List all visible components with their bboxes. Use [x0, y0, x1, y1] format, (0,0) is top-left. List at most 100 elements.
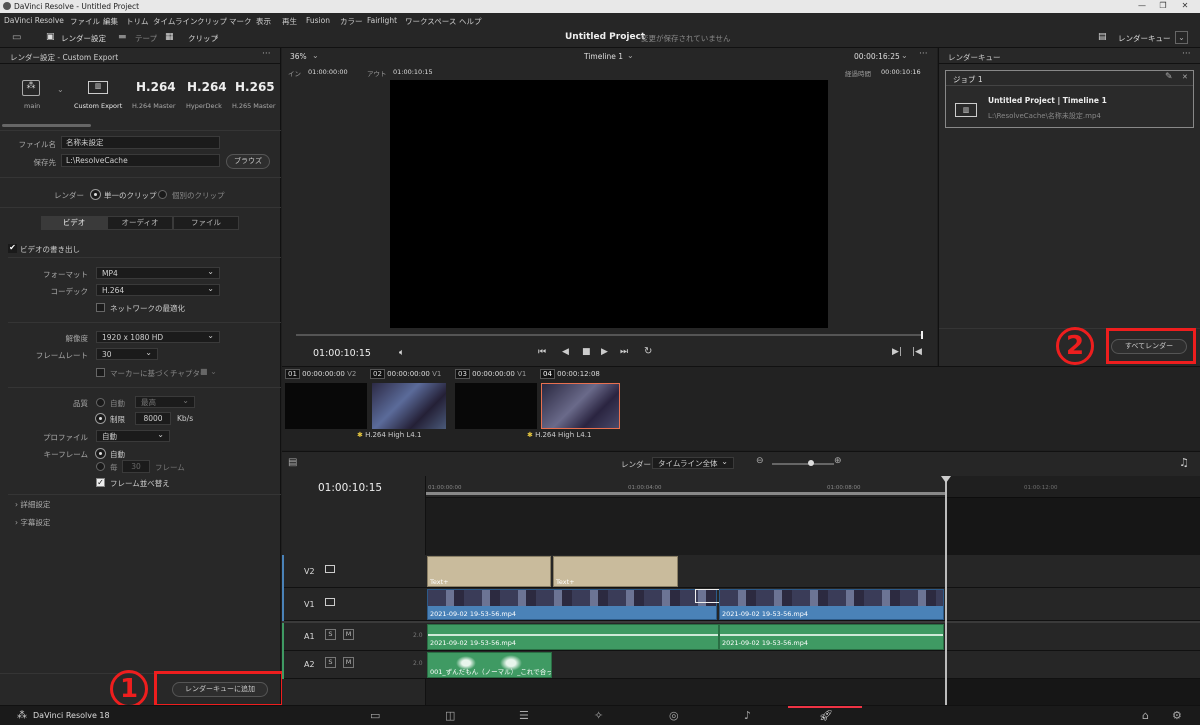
tab-audio[interactable]: オーディオ [107, 216, 173, 230]
next-clip-icon[interactable]: ▶| [892, 347, 902, 357]
render-job-card[interactable]: ジョブ 1 ✎ ✕ ▥ Untitled Project | Timeline … [945, 70, 1194, 128]
jump-end-icon[interactable]: ⏭︎ [620, 347, 628, 357]
zoom-slider-handle[interactable] [808, 460, 814, 466]
render-range-bar[interactable] [426, 492, 946, 495]
edit-icon[interactable]: ✎ [1165, 72, 1173, 82]
audio-clip[interactable]: 2021-09-02 19-53-56.mp4 [427, 624, 719, 650]
menu-item[interactable]: Fusion [306, 16, 330, 25]
prev-clip-icon[interactable]: |◀ [912, 347, 922, 357]
media-page-icon[interactable]: ▭ [370, 709, 380, 722]
chevron-down-icon[interactable]: ⌄ [312, 51, 319, 60]
browse-button[interactable]: ブラウズ [226, 154, 270, 169]
preset-custom-export[interactable]: ▥ Custom Export [72, 76, 126, 128]
chevron-down-icon[interactable]: ⌄ [627, 51, 634, 60]
render-settings-toggle[interactable]: レンダー設定 [61, 33, 106, 44]
jump-start-icon[interactable]: ⏮︎ [538, 347, 546, 357]
advanced-settings-toggle[interactable]: › 詳細設定 [15, 499, 50, 510]
render-scope-select[interactable]: タイムライン全体 [652, 457, 734, 469]
quality-best-select[interactable]: 最高 [135, 396, 195, 408]
volume-icon[interactable]: 🔈︎ [399, 348, 404, 358]
filename-field[interactable]: 名称未設定 [61, 136, 220, 149]
preset-main[interactable]: ⁂ main [14, 76, 52, 128]
preset-hyperdeck[interactable]: H.264 HyperDeck [182, 76, 228, 128]
clip-icon[interactable]: ▦ [165, 32, 174, 42]
color-page-icon[interactable]: ◎ [669, 709, 679, 722]
zoom-in-icon[interactable]: ⊕ [834, 456, 842, 466]
menu-item[interactable]: Fairlight [367, 16, 397, 25]
stop-icon[interactable]: ■ [582, 347, 591, 357]
timeline-select[interactable]: Timeline 1 [584, 52, 623, 61]
deliver-page-icon[interactable]: 🚀︎ [819, 709, 833, 722]
profile-select[interactable]: 自動 [96, 430, 170, 442]
menu-item[interactable]: トリム [126, 16, 149, 27]
audio-clip[interactable]: 001_ずんだもん（ノーマル）_これで合ってる....wav [427, 652, 552, 678]
keyframe-every-radio[interactable] [96, 462, 105, 471]
reverse-play-icon[interactable]: ◀ [562, 347, 569, 357]
menu-item[interactable]: 編集 [103, 16, 118, 27]
menu-item[interactable]: カラー [340, 16, 363, 27]
chevron-down-icon[interactable]: ⌄ [213, 32, 220, 41]
tape-icon[interactable]: ▬ [118, 32, 127, 42]
location-field[interactable]: L:\ResolveCache [61, 154, 220, 167]
music-note-icon[interactable]: ♫ [1179, 456, 1189, 469]
settings-gear-icon[interactable]: ⚙ [1172, 709, 1182, 722]
home-icon[interactable]: ⌂ [1142, 709, 1149, 722]
clip-thumbnail-selected[interactable]: 04 00:00:12:08 ✱ H.264 High L4.1 [527, 367, 624, 451]
playhead-handle[interactable] [941, 476, 951, 483]
playhead-marker[interactable] [921, 331, 923, 339]
audio-clip[interactable]: 2021-09-02 19-53-56.mp4 [719, 624, 944, 650]
menu-item[interactable]: クリップ [197, 16, 227, 27]
export-video-checkbox[interactable]: ✔ [8, 244, 17, 253]
bitrate-field[interactable]: 8000 [135, 412, 171, 425]
loop-icon[interactable]: ↻ [644, 346, 652, 357]
solo-button[interactable]: S [325, 629, 336, 640]
timeline-view-icon[interactable]: ▤ [288, 457, 297, 468]
render-queue-icon[interactable]: ▤ [1098, 32, 1107, 42]
quality-auto-radio[interactable] [96, 398, 105, 407]
frame-reorder-checkbox[interactable]: ✓ [96, 478, 105, 487]
video-clip[interactable]: 2021-09-02 19-53-56.mp4 [427, 589, 717, 620]
menu-item[interactable]: DaVinci Resolve [4, 16, 64, 25]
cut-page-icon[interactable]: ◫ [445, 709, 455, 722]
monitor-icon[interactable] [325, 565, 335, 573]
zoom-select[interactable]: 36% [290, 52, 307, 61]
close-icon[interactable]: ✕ [1178, 1, 1192, 12]
fusion-page-icon[interactable]: ✧ [594, 709, 603, 722]
quality-limit-radio[interactable] [96, 414, 105, 423]
render-queue-toggle[interactable]: レンダーキュー [1118, 33, 1171, 44]
monitor-icon[interactable]: ▭ [12, 32, 21, 43]
clip-thumbnail[interactable]: 02 00:00:00:00 V1 ✱ H.264 High L4.1 [357, 367, 454, 451]
individual-clips-radio[interactable] [158, 190, 167, 199]
zoom-slider[interactable] [772, 463, 834, 465]
expand-icon[interactable]: ⌄ [1175, 31, 1188, 44]
keyframe-interval-field[interactable]: 30 [122, 460, 150, 473]
keyframe-auto-radio[interactable] [96, 449, 105, 458]
format-select[interactable]: MP4 [96, 267, 220, 279]
minimize-icon[interactable]: — [1135, 1, 1149, 12]
menu-item[interactable]: ワークスペース [405, 16, 456, 27]
chevron-down-icon[interactable]: ⌄ [901, 51, 908, 60]
text-clip[interactable]: Text+ [427, 556, 551, 587]
playhead[interactable] [945, 476, 947, 706]
chapters-checkbox[interactable] [96, 368, 105, 377]
close-icon[interactable]: ✕ [1182, 73, 1188, 81]
codec-select[interactable]: H.264 [96, 284, 220, 296]
mute-button[interactable]: M [343, 657, 354, 668]
menu-item[interactable]: ファイル [70, 16, 100, 27]
fairlight-page-icon[interactable]: ♪ [744, 709, 751, 722]
tape-toggle[interactable]: テープ [135, 33, 157, 44]
solo-button[interactable]: S [325, 657, 336, 668]
tab-video[interactable]: ビデオ [41, 216, 107, 230]
preset-h265-master[interactable]: H.265 H.265 Master [230, 76, 280, 128]
render-settings-icon[interactable]: ▣ [46, 32, 55, 42]
more-options-icon[interactable]: ··· [262, 49, 271, 59]
edit-page-icon[interactable]: ☰ [519, 709, 529, 722]
menu-item[interactable]: タイムライン [153, 16, 197, 27]
video-clip[interactable]: 2021-09-02 19-53-56.mp4 [719, 589, 944, 620]
subtitle-settings-toggle[interactable]: › 字幕設定 [15, 517, 50, 528]
chevron-down-icon[interactable]: ⌄ [57, 85, 64, 94]
single-clip-radio[interactable] [91, 190, 100, 199]
menu-item[interactable]: 再生 [282, 16, 297, 27]
menu-item[interactable]: 表示 [256, 16, 271, 27]
resolution-select[interactable]: 1920 x 1080 HD [96, 331, 220, 343]
